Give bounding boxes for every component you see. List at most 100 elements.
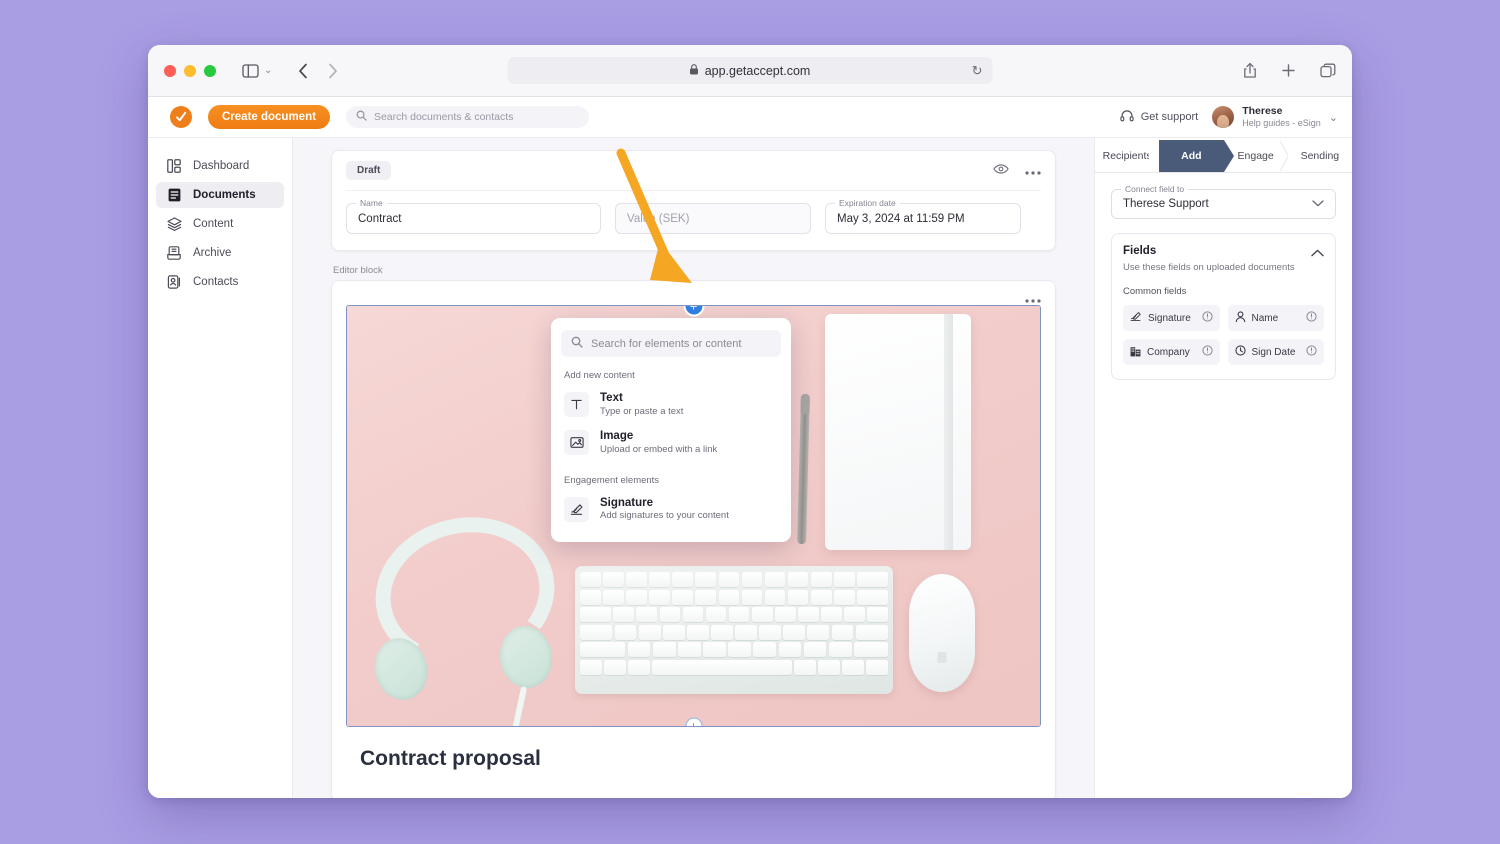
getaccept-logo[interactable] xyxy=(170,106,192,128)
sidebar-item-documents[interactable]: Documents xyxy=(156,182,284,208)
popover-group-label: Engagement elements xyxy=(564,475,781,486)
document-meta-card: Draft Name xyxy=(331,150,1056,251)
tab-overview-icon[interactable] xyxy=(1320,63,1336,78)
person-icon xyxy=(1235,311,1246,326)
info-icon[interactable] xyxy=(1202,311,1213,325)
image-content-block[interactable]: Search for elements or content Add new c… xyxy=(346,305,1041,727)
popover-item-signature-block: Signature Add signatures to your content xyxy=(600,496,729,524)
minimize-window-button[interactable] xyxy=(184,65,196,77)
chevron-up-icon[interactable] xyxy=(1311,244,1324,262)
text-icon xyxy=(564,392,589,417)
field-chip-company[interactable]: Company xyxy=(1123,339,1220,365)
signature-icon xyxy=(1130,311,1142,325)
sidebar-item-label: Documents xyxy=(193,189,256,201)
back-button[interactable] xyxy=(298,63,308,79)
sidebar-item-dashboard[interactable]: Dashboard xyxy=(156,153,284,179)
value-field-placeholder: Value (SEK) xyxy=(627,213,689,225)
address-bar[interactable]: app.getaccept.com ↻ xyxy=(508,57,993,84)
dashboard-icon xyxy=(166,158,182,174)
meta-fields: Name Contract Value (SEK) Expiration dat… xyxy=(346,203,1041,234)
popover-item-subtitle: Type or paste a text xyxy=(600,406,683,419)
get-support-button[interactable]: Get support xyxy=(1120,109,1198,126)
connect-field-label: Connect field to xyxy=(1121,184,1188,194)
popover-item-text[interactable]: Text Type or paste a text xyxy=(561,386,781,424)
field-chip-label: Sign Date xyxy=(1252,347,1296,358)
eye-icon[interactable] xyxy=(993,162,1009,180)
wizard-steps: Recipients Add Engage Sending xyxy=(1095,140,1352,172)
browser-window: ⌄ app.getaccept.com ↻ xyxy=(148,45,1352,798)
status-badge: Draft xyxy=(346,161,391,180)
pen-object xyxy=(797,394,810,544)
field-chip-sign-date[interactable]: Sign Date xyxy=(1228,339,1325,365)
meta-actions xyxy=(993,162,1041,180)
new-tab-icon[interactable] xyxy=(1281,63,1296,78)
sidebar-item-archive[interactable]: Archive xyxy=(156,240,284,266)
connect-field-value: Therese Support xyxy=(1123,198,1209,210)
more-horizontal-icon[interactable] xyxy=(1025,162,1041,180)
editor-block-card: Search for elements or content Add new c… xyxy=(331,280,1056,798)
sidebar-nav: Dashboard Documents xyxy=(148,138,293,798)
step-add[interactable]: Add xyxy=(1159,140,1223,172)
archive-icon xyxy=(166,245,182,261)
name-field-label: Name xyxy=(356,198,387,208)
chevron-down-icon[interactable]: ⌄ xyxy=(1329,111,1338,124)
sidebar-item-label: Content xyxy=(193,218,233,230)
headphones-object xyxy=(365,518,570,713)
info-icon[interactable] xyxy=(1306,311,1317,325)
add-block-below-button[interactable]: + xyxy=(685,718,702,728)
common-fields-label: Common fields xyxy=(1123,286,1324,297)
connect-field-to-select[interactable]: Connect field to Therese Support xyxy=(1111,189,1336,219)
field-chip-name[interactable]: Name xyxy=(1228,305,1325,331)
sidebar-item-content[interactable]: Content xyxy=(156,211,284,237)
user-menu[interactable]: Therese Help guides - eSign ⌄ xyxy=(1212,105,1338,129)
building-icon xyxy=(1130,345,1141,360)
popover-group-label: Add new content xyxy=(564,370,781,381)
documents-icon xyxy=(166,187,182,203)
editor-block-label: Editor block xyxy=(333,265,1056,276)
create-document-button[interactable]: Create document xyxy=(208,105,330,129)
app-header: Create document Search documents & conta… xyxy=(148,97,1352,138)
sidebar-toggle-icon[interactable] xyxy=(242,64,259,78)
document-canvas: Draft Name xyxy=(293,138,1094,798)
popover-search-input[interactable]: Search for elements or content xyxy=(561,330,781,357)
share-icon[interactable] xyxy=(1243,62,1257,79)
chevron-down-icon[interactable] xyxy=(1312,199,1324,210)
info-icon[interactable] xyxy=(1306,345,1317,359)
fields-card-subtitle: Use these fields on uploaded documents xyxy=(1123,262,1324,273)
maximize-window-button[interactable] xyxy=(204,65,216,77)
step-label: Recipients xyxy=(1103,150,1152,162)
expiration-date-field[interactable]: Expiration date May 3, 2024 at 11:59 PM xyxy=(825,203,1021,234)
popover-item-signature[interactable]: Signature Add signatures to your content xyxy=(561,491,781,529)
step-label: Add xyxy=(1181,150,1201,162)
keyboard-object xyxy=(575,566,893,694)
reload-icon[interactable]: ↻ xyxy=(972,63,983,79)
sidebar-item-contacts[interactable]: Contacts xyxy=(156,269,284,295)
meta-divider xyxy=(346,190,1041,191)
add-content-popover: Search for elements or content Add new c… xyxy=(551,318,791,542)
popover-item-title: Signature xyxy=(600,496,729,511)
popover-item-title: Image xyxy=(600,429,717,444)
value-field[interactable]: Value (SEK) xyxy=(615,203,811,234)
sidebar-chevron-down-icon[interactable]: ⌄ xyxy=(264,65,272,76)
fields-card: Fields Use these fields on uploaded docu… xyxy=(1111,233,1336,380)
contacts-icon xyxy=(166,274,182,290)
search-icon xyxy=(571,336,583,351)
forward-button[interactable] xyxy=(328,63,338,79)
field-chips: Signature Name xyxy=(1123,305,1324,365)
toolbar-actions xyxy=(1243,62,1336,79)
notebook-object xyxy=(825,314,971,550)
step-sending[interactable]: Sending xyxy=(1288,140,1352,172)
field-chip-signature[interactable]: Signature xyxy=(1123,305,1220,331)
navigation-arrows xyxy=(298,63,338,79)
window-controls xyxy=(164,65,216,77)
url-text: app.getaccept.com xyxy=(705,64,811,78)
headset-icon xyxy=(1120,109,1134,126)
field-chip-label: Signature xyxy=(1148,313,1191,324)
popover-item-image[interactable]: Image Upload or embed with a link xyxy=(561,424,781,462)
close-window-button[interactable] xyxy=(164,65,176,77)
global-search-input[interactable]: Search documents & contacts xyxy=(346,106,589,128)
info-icon[interactable] xyxy=(1202,345,1213,359)
name-field[interactable]: Name Contract xyxy=(346,203,601,234)
popover-item-subtitle: Add signatures to your content xyxy=(600,510,729,523)
popover-item-title: Text xyxy=(600,391,683,406)
